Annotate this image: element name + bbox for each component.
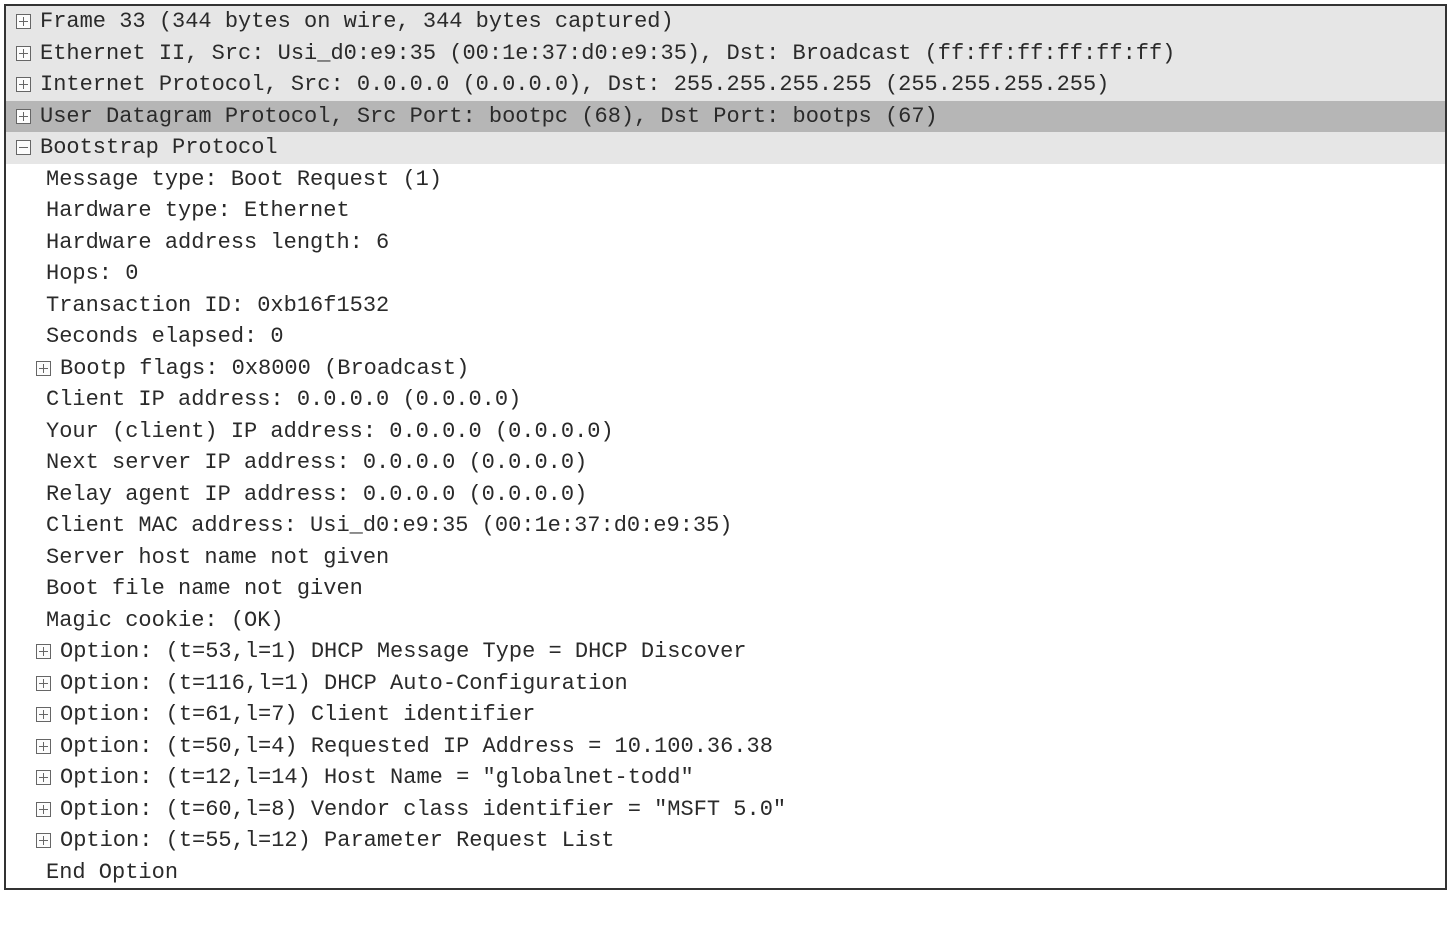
expand-icon[interactable] (26, 361, 60, 376)
field-hardware-address-length[interactable]: Hardware address length: 6 (6, 227, 1445, 259)
expand-icon[interactable] (26, 833, 60, 848)
frame-layer-row[interactable]: Frame 33 (344 bytes on wire, 344 bytes c… (6, 6, 1445, 38)
expand-icon[interactable] (26, 676, 60, 691)
field-option-60[interactable]: Option: (t=60,l=8) Vendor class identifi… (6, 794, 1445, 826)
field-option-50[interactable]: Option: (t=50,l=4) Requested IP Address … (6, 731, 1445, 763)
udp-layer-row[interactable]: User Datagram Protocol, Src Port: bootpc… (6, 101, 1445, 133)
field-magic-cookie[interactable]: Magic cookie: (OK) (6, 605, 1445, 637)
field-seconds-elapsed[interactable]: Seconds elapsed: 0 (6, 321, 1445, 353)
field-server-host-name[interactable]: Server host name not given (6, 542, 1445, 574)
ethernet-layer-text: Ethernet II, Src: Usi_d0:e9:35 (00:1e:37… (40, 40, 1175, 68)
expand-icon[interactable] (6, 46, 40, 61)
field-hops[interactable]: Hops: 0 (6, 258, 1445, 290)
field-transaction-id[interactable]: Transaction ID: 0xb16f1532 (6, 290, 1445, 322)
expand-icon[interactable] (6, 77, 40, 92)
field-end-option[interactable]: End Option (6, 857, 1445, 889)
bootp-layer-row[interactable]: Bootstrap Protocol (6, 132, 1445, 164)
field-client-mac[interactable]: Client MAC address: Usi_d0:e9:35 (00:1e:… (6, 510, 1445, 542)
ip-layer-text: Internet Protocol, Src: 0.0.0.0 (0.0.0.0… (40, 71, 1109, 99)
packet-details-pane: Frame 33 (344 bytes on wire, 344 bytes c… (4, 4, 1447, 890)
field-next-server-ip[interactable]: Next server IP address: 0.0.0.0 (0.0.0.0… (6, 447, 1445, 479)
field-client-ip[interactable]: Client IP address: 0.0.0.0 (0.0.0.0) (6, 384, 1445, 416)
ip-layer-row[interactable]: Internet Protocol, Src: 0.0.0.0 (0.0.0.0… (6, 69, 1445, 101)
field-option-61[interactable]: Option: (t=61,l=7) Client identifier (6, 699, 1445, 731)
expand-icon[interactable] (26, 739, 60, 754)
ethernet-layer-row[interactable]: Ethernet II, Src: Usi_d0:e9:35 (00:1e:37… (6, 38, 1445, 70)
expand-icon[interactable] (26, 644, 60, 659)
field-your-ip[interactable]: Your (client) IP address: 0.0.0.0 (0.0.0… (6, 416, 1445, 448)
expand-icon[interactable] (26, 707, 60, 722)
field-option-53[interactable]: Option: (t=53,l=1) DHCP Message Type = D… (6, 636, 1445, 668)
expand-icon[interactable] (6, 109, 40, 124)
field-relay-agent-ip[interactable]: Relay agent IP address: 0.0.0.0 (0.0.0.0… (6, 479, 1445, 511)
field-option-55[interactable]: Option: (t=55,l=12) Parameter Request Li… (6, 825, 1445, 857)
field-message-type[interactable]: Message type: Boot Request (1) (6, 164, 1445, 196)
field-boot-file-name[interactable]: Boot file name not given (6, 573, 1445, 605)
field-bootp-flags[interactable]: Bootp flags: 0x8000 (Broadcast) (6, 353, 1445, 385)
bootp-layer-text: Bootstrap Protocol (40, 134, 278, 162)
udp-layer-text: User Datagram Protocol, Src Port: bootpc… (40, 103, 938, 131)
collapse-icon[interactable] (6, 140, 40, 155)
expand-icon[interactable] (26, 802, 60, 817)
field-option-12[interactable]: Option: (t=12,l=14) Host Name = "globaln… (6, 762, 1445, 794)
frame-layer-text: Frame 33 (344 bytes on wire, 344 bytes c… (40, 8, 674, 36)
expand-icon[interactable] (6, 14, 40, 29)
field-hardware-type[interactable]: Hardware type: Ethernet (6, 195, 1445, 227)
expand-icon[interactable] (26, 770, 60, 785)
field-option-116[interactable]: Option: (t=116,l=1) DHCP Auto-Configurat… (6, 668, 1445, 700)
